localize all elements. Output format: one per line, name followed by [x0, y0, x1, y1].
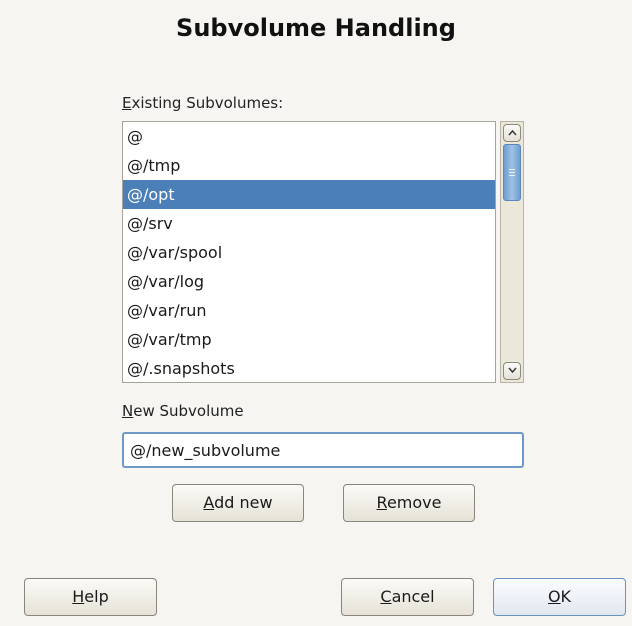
add-new-button[interactable]: Add new [172, 484, 304, 522]
new-subvolume-label-text: ew Subvolume [133, 402, 244, 420]
help-button-mnemonic: H [72, 587, 85, 606]
ok-button[interactable]: OK [493, 578, 626, 616]
list-item[interactable]: @/var/tmp [123, 325, 495, 354]
subvolume-list[interactable]: @ @/tmp @/opt @/srv @/var/spool @/var/lo… [122, 121, 496, 383]
list-item[interactable]: @ [123, 122, 495, 151]
cancel-button-label: ancel [391, 587, 435, 606]
remove-button-mnemonic: R [376, 493, 387, 512]
existing-subvolumes-label-text: xisting Subvolumes: [131, 94, 284, 112]
new-subvolume-label-mnemonic: N [122, 402, 134, 420]
list-scrollbar[interactable] [500, 121, 524, 383]
cancel-button[interactable]: Cancel [341, 578, 474, 616]
list-item[interactable]: @/var/run [123, 296, 495, 325]
existing-subvolumes-label: Existing Subvolumes: [122, 94, 283, 112]
add-new-button-label: dd new [214, 493, 273, 512]
ok-button-label: K [560, 587, 572, 606]
scroll-up-button[interactable] [503, 124, 521, 142]
help-button-label: elp [84, 587, 109, 606]
cancel-button-mnemonic: C [380, 587, 392, 606]
new-subvolume-label: New Subvolume [122, 402, 244, 420]
help-button[interactable]: Help [24, 578, 157, 616]
list-item[interactable]: @/.snapshots [123, 354, 495, 382]
remove-button-label: emove [386, 493, 442, 512]
list-item[interactable]: @/srv [123, 209, 495, 238]
scroll-thumb[interactable] [503, 144, 521, 201]
add-new-button-mnemonic: A [203, 493, 215, 512]
dialog-title: Subvolume Handling [176, 14, 456, 42]
chevron-up-icon [507, 129, 517, 136]
new-subvolume-input[interactable] [122, 432, 524, 468]
scroll-down-button[interactable] [503, 362, 521, 380]
list-item[interactable]: @/tmp [123, 151, 495, 180]
remove-button[interactable]: Remove [343, 484, 475, 522]
list-item-selected[interactable]: @/opt [123, 180, 495, 209]
list-item[interactable]: @/var/log [123, 267, 495, 296]
chevron-down-icon [507, 367, 517, 374]
list-item[interactable]: @/var/spool [123, 238, 495, 267]
ok-button-mnemonic: O [547, 587, 561, 606]
